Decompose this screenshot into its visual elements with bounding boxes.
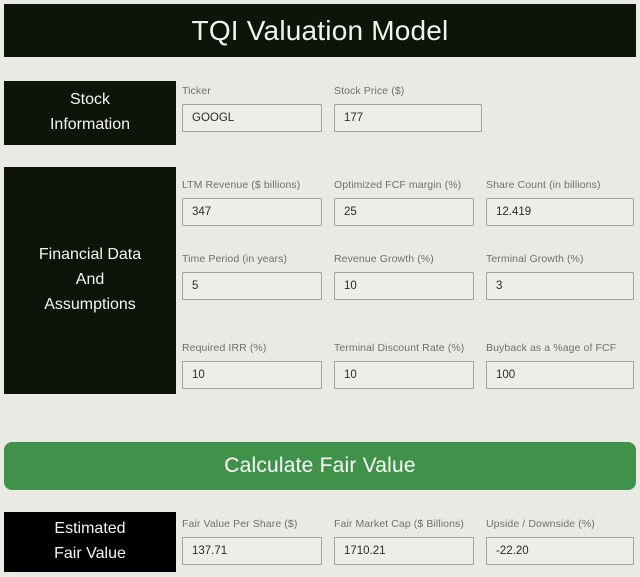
optimized-fcf-margin-input[interactable] (334, 197, 474, 226)
field-label-required-irr: Required IRR (%) (182, 342, 267, 354)
section-label-stock-information: Stock Information (4, 81, 176, 145)
field-share-count: Share Count (in billions) (486, 179, 638, 226)
required-irr-input[interactable] (182, 360, 322, 389)
field-row-financial-3: Required IRR (%) Terminal Discount Rate … (182, 342, 638, 389)
ltm-revenue-input[interactable] (182, 197, 322, 226)
field-row-financial-2: Time Period (in years) Revenue Growth (%… (182, 253, 638, 300)
field-label-fair-market-cap: Fair Market Cap ($ Billions) (334, 518, 464, 530)
ticker-input[interactable] (182, 103, 322, 132)
page-title: TQI Valuation Model (191, 14, 449, 46)
stock-price-input[interactable] (334, 103, 482, 132)
field-revenue-growth: Revenue Growth (%) (334, 253, 486, 300)
field-fair-market-cap: Fair Market Cap ($ Billions) (334, 518, 486, 565)
section-label-line: Assumptions (44, 295, 136, 313)
section-label-line: Fair Value (54, 545, 126, 562)
upside-downside-input[interactable] (486, 536, 634, 565)
terminal-discount-rate-input[interactable] (334, 360, 474, 389)
field-label-fair-value-per-share: Fair Value Per Share ($) (182, 518, 298, 530)
field-upside-downside: Upside / Downside (%) (486, 518, 638, 565)
field-ticker: Ticker (182, 85, 334, 132)
calculate-fair-value-button[interactable]: Calculate Fair Value (4, 442, 636, 490)
field-label-buyback-percent-of-fcf: Buyback as a %age of FCF (486, 342, 617, 354)
field-optimized-fcf-margin: Optimized FCF margin (%) (334, 179, 486, 226)
field-label-time-period: Time Period (in years) (182, 253, 288, 265)
field-terminal-growth: Terminal Growth (%) (486, 253, 638, 300)
field-label-revenue-growth: Revenue Growth (%) (334, 253, 434, 265)
field-label-terminal-growth: Terminal Growth (%) (486, 253, 584, 265)
field-buyback-percent-of-fcf: Buyback as a %age of FCF (486, 342, 638, 389)
field-required-irr: Required IRR (%) (182, 342, 334, 389)
section-label-estimated-fair-value: Estimated Fair Value (4, 512, 176, 572)
field-terminal-discount-rate: Terminal Discount Rate (%) (334, 342, 486, 389)
time-period-input[interactable] (182, 271, 322, 300)
section-label-line: Estimated (54, 520, 126, 538)
share-count-input[interactable] (486, 197, 634, 226)
field-stock-price: Stock Price ($) (334, 85, 486, 132)
revenue-growth-input[interactable] (334, 271, 474, 300)
field-row-estimated-fair-value: Fair Value Per Share ($) Fair Market Cap… (182, 518, 638, 565)
field-fair-value-per-share: Fair Value Per Share ($) (182, 518, 334, 565)
field-label-ltm-revenue: LTM Revenue ($ billions) (182, 179, 301, 191)
field-row-financial-1: LTM Revenue ($ billions) Optimized FCF m… (182, 179, 638, 226)
field-label-terminal-discount-rate: Terminal Discount Rate (%) (334, 342, 465, 354)
buyback-percent-of-fcf-input[interactable] (486, 360, 634, 389)
field-label-optimized-fcf-margin: Optimized FCF margin (%) (334, 179, 462, 191)
section-label-line: Financial Data (38, 246, 142, 264)
section-label-line: Information (49, 116, 131, 133)
field-label-share-count: Share Count (in billions) (486, 179, 601, 191)
app-header: TQI Valuation Model (4, 4, 636, 57)
field-time-period: Time Period (in years) (182, 253, 334, 300)
fair-value-per-share-input[interactable] (182, 536, 322, 565)
field-label-ticker: Ticker (182, 85, 211, 97)
fair-market-cap-input[interactable] (334, 536, 474, 565)
section-label-line: And (75, 271, 105, 289)
field-label-upside-downside: Upside / Downside (%) (486, 518, 595, 530)
field-label-stock-price: Stock Price ($) (334, 85, 405, 97)
section-label-financial-data-and-assumptions: Financial Data And Assumptions (4, 167, 176, 394)
field-row-stock-information: Ticker Stock Price ($) (182, 85, 638, 132)
section-label-line: Stock (69, 91, 110, 109)
terminal-growth-input[interactable] (486, 271, 634, 300)
field-ltm-revenue: LTM Revenue ($ billions) (182, 179, 334, 226)
